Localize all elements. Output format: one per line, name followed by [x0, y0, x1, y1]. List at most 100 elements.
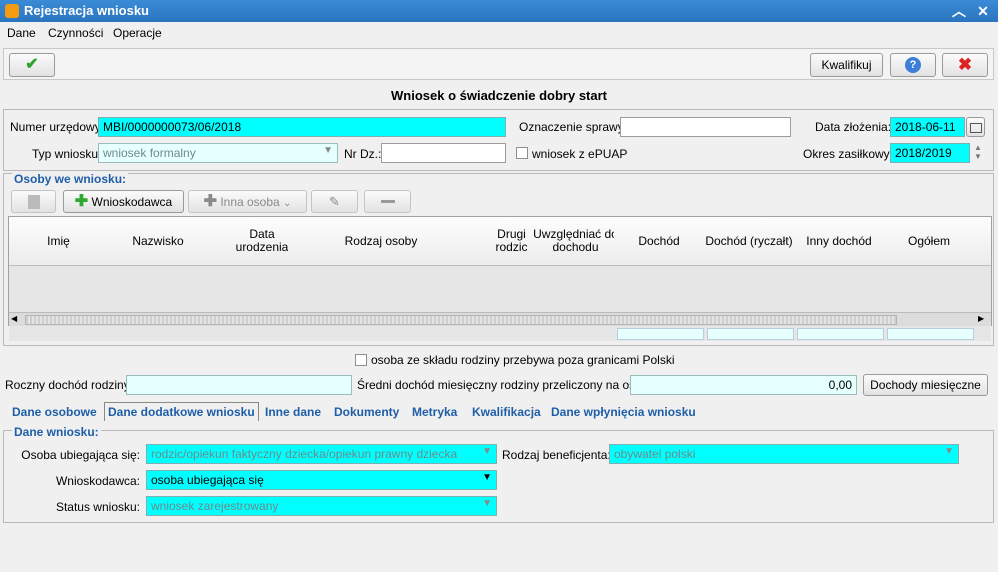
- status-value: wniosek zarejestrowany: [151, 499, 279, 513]
- col-inny-dochod[interactable]: Inny dochód: [794, 217, 885, 266]
- remove-person-button[interactable]: [364, 190, 411, 213]
- person-details-button[interactable]: [11, 190, 56, 213]
- add-applicant-label: Wnioskodawca: [91, 195, 173, 209]
- document-icon: [27, 195, 40, 209]
- oznaczenie-label: Oznaczenie sprawy:: [519, 120, 628, 134]
- status-label: Status wniosku:: [55, 500, 140, 514]
- window-title: Rejestracja wniosku: [24, 3, 149, 18]
- tab-kwalifikacja[interactable]: Kwalifikacja: [472, 405, 541, 419]
- col-imie[interactable]: Imię: [9, 217, 109, 266]
- annual-income-field[interactable]: [126, 375, 352, 395]
- add-applicant-button[interactable]: ✚ Wnioskodawca: [63, 190, 184, 213]
- menu-bar: Dane Czynności Operacje: [0, 22, 998, 44]
- form-title: Wniosek o świadczenie dobry start: [391, 88, 607, 103]
- col-nazwisko[interactable]: Nazwisko: [108, 217, 209, 266]
- typ-select[interactable]: wniosek formalny ▼: [98, 143, 338, 163]
- col-dochod-ryczalt[interactable]: Dochód (ryczałt): [704, 217, 795, 266]
- monthly-income-button[interactable]: Dochody miesięczne: [863, 374, 988, 396]
- chevron-down-icon: ▼: [482, 472, 492, 483]
- col-rodzaj-osoby[interactable]: Rodzaj osoby: [288, 217, 475, 266]
- data-field[interactable]: 2018-06-11: [890, 117, 965, 137]
- data-label: Data złożenia:: [815, 120, 892, 134]
- tab-dane-osobowe[interactable]: Dane osobowe: [12, 405, 97, 419]
- nrdz-field[interactable]: [381, 143, 506, 163]
- app-icon: [5, 4, 19, 18]
- nrdz-label: Nr Dz.:: [344, 147, 382, 161]
- tab-metryka[interactable]: Metryka: [412, 405, 457, 419]
- epuap-label: wniosek z ePUAP: [532, 147, 628, 161]
- plus-icon: ✚: [203, 193, 217, 210]
- tab-dane-wplyniecia[interactable]: Dane wpłynięcia wniosku: [551, 405, 696, 419]
- total-inny: [797, 328, 884, 340]
- plus-icon: ✚: [74, 193, 89, 210]
- status-select[interactable]: wniosek zarejestrowany ▼: [146, 496, 497, 516]
- totals-row: [9, 326, 991, 341]
- edit-person-button[interactable]: ✎: [311, 190, 358, 213]
- calendar-button[interactable]: [966, 117, 985, 137]
- osoba-select[interactable]: rodzic/opiekun faktyczny dziecka/opiekun…: [146, 444, 497, 464]
- abroad-checkbox[interactable]: [355, 354, 367, 366]
- add-other-label: Inna osoba: [220, 195, 280, 209]
- rodzaj-label: Rodzaj beneficjenta:: [502, 448, 611, 462]
- scroll-thumb[interactable]: [25, 315, 897, 325]
- chevron-down-icon: ⌄: [283, 198, 292, 209]
- help-button[interactable]: ?: [890, 53, 936, 77]
- numer-label: Numer urzędowy:: [10, 120, 105, 134]
- menu-czynnosci[interactable]: Czynności: [48, 26, 103, 40]
- title-bar: Rejestracja wniosku ︿ ✕: [0, 0, 998, 22]
- epuap-checkbox[interactable]: [516, 147, 528, 159]
- close-window-icon[interactable]: ✕: [974, 2, 992, 20]
- details-section-title: Dane wniosku:: [12, 425, 101, 439]
- chevron-down-icon: ▼: [482, 498, 492, 509]
- wnioskodawca-select[interactable]: osoba ubiegająca się ▼: [146, 470, 497, 490]
- annual-income-label: Roczny dochód rodziny:: [5, 378, 134, 392]
- cancel-button[interactable]: ✖: [942, 53, 988, 77]
- okres-field[interactable]: 2018/2019: [890, 143, 970, 163]
- persons-section-title: Osoby we wniosku:: [12, 172, 129, 186]
- collapse-icon[interactable]: ︿: [950, 2, 968, 20]
- edit-icon: ✎: [329, 194, 340, 209]
- chevron-down-icon: ▼: [944, 446, 954, 457]
- menu-operacje[interactable]: Operacje: [113, 26, 162, 40]
- tab-inne-dane[interactable]: Inne dane: [265, 405, 321, 419]
- typ-value: wniosek formalny: [103, 146, 196, 160]
- total-ogolem: [887, 328, 974, 340]
- okres-spinner[interactable]: ▲ ▼: [971, 143, 985, 163]
- scroll-left-icon[interactable]: ◀: [11, 314, 17, 323]
- tab-dane-dodatkowe[interactable]: Dane dodatkowe wniosku: [104, 402, 259, 421]
- total-dochod: [617, 328, 704, 340]
- scroll-right-icon[interactable]: ▶: [978, 314, 984, 323]
- chevron-down-icon: ▼: [323, 145, 333, 156]
- help-icon: ?: [905, 57, 921, 73]
- persons-table[interactable]: Imię Nazwisko Data urodzenia Rodzaj osob…: [8, 216, 992, 326]
- wnioskodawca-label: Wnioskodawca:: [55, 474, 140, 488]
- rodzaj-value: obywatel polski: [614, 447, 696, 461]
- avg-income-label: Średni dochód miesięczny rodziny przelic…: [357, 378, 659, 392]
- menu-dane[interactable]: Dane: [7, 26, 36, 40]
- col-dochod[interactable]: Dochód: [614, 217, 705, 266]
- qualify-button[interactable]: Kwalifikuj: [810, 53, 883, 77]
- col-uwzgledniac[interactable]: Uwzględniać do dochodu: [529, 217, 623, 266]
- rodzaj-select[interactable]: obywatel polski ▼: [609, 444, 959, 464]
- minus-icon: [380, 200, 395, 203]
- check-icon: ✔: [25, 56, 39, 73]
- col-ogolem[interactable]: Ogółem: [884, 217, 975, 266]
- typ-label: Typ wniosku:: [32, 147, 102, 161]
- okres-label: Okres zasiłkowy:: [803, 147, 894, 161]
- save-button[interactable]: ✔: [9, 53, 55, 77]
- col-spacer: [974, 217, 991, 266]
- total-ryczalt: [707, 328, 794, 340]
- cancel-icon: ✖: [957, 55, 973, 74]
- osoba-label: Osoba ubiegająca się:: [21, 448, 140, 462]
- wnioskodawca-value: osoba ubiegająca się: [151, 473, 264, 487]
- osoba-value: rodzic/opiekun faktyczny dziecka/opiekun…: [151, 447, 458, 461]
- abroad-label: osoba ze składu rodziny przebywa poza gr…: [371, 353, 675, 367]
- oznaczenie-field[interactable]: [620, 117, 791, 137]
- calendar-icon: [969, 123, 982, 133]
- add-other-person-button[interactable]: ✚ Inna osoba ⌄: [188, 190, 307, 213]
- avg-income-field[interactable]: 0,00: [630, 375, 857, 395]
- chevron-down-icon: ▼: [482, 446, 492, 457]
- numer-field[interactable]: MBI/0000000073/06/2018: [98, 117, 506, 137]
- tab-dokumenty[interactable]: Dokumenty: [334, 405, 399, 419]
- horizontal-scrollbar[interactable]: ◀ ▶: [9, 312, 991, 326]
